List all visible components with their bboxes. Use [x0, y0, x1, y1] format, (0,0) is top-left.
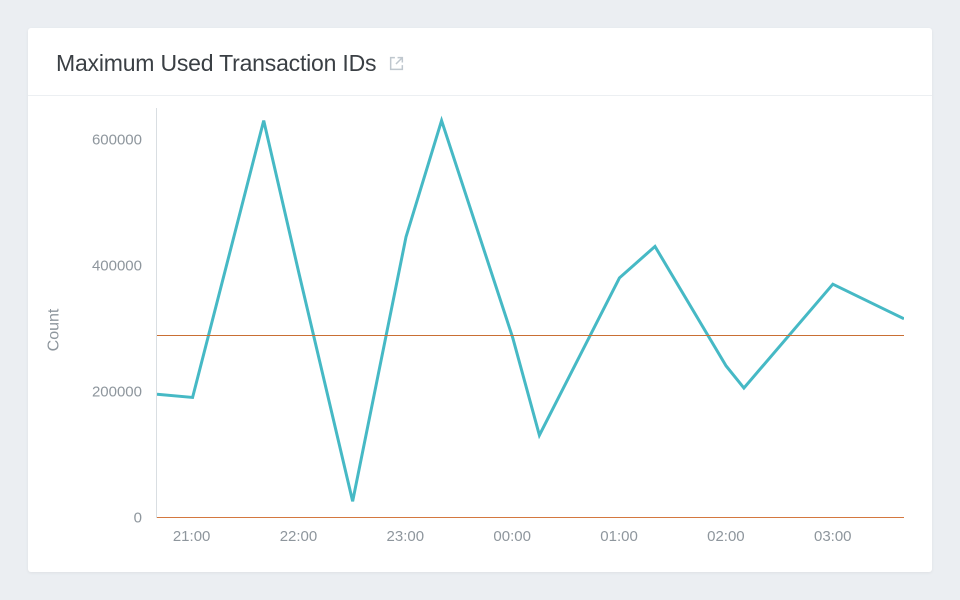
- line-series-svg: [157, 108, 904, 517]
- x-tick-label: 01:00: [600, 528, 638, 545]
- chart: Count 0 200000 400000 600000 21:00 22:00 23:0…: [40, 108, 904, 552]
- series-line: [157, 121, 904, 502]
- card-header: Maximum Used Transaction IDs: [28, 28, 932, 96]
- chart-area: 0 200000 400000 600000 21:00 22:00 23:00 00:00…: [68, 108, 904, 552]
- x-tick-label: 00:00: [493, 528, 531, 545]
- x-tick-label: 03:00: [814, 528, 852, 545]
- plot-area: 0200000400000600000: [68, 108, 904, 518]
- x-tick-label: 22:00: [280, 528, 318, 545]
- x-tick-label: 23:00: [387, 528, 425, 545]
- plot-inner: [156, 108, 904, 518]
- y-tick-label: 600000: [92, 131, 142, 148]
- chart-card: Maximum Used Transaction IDs Count 0 2000…: [28, 28, 932, 572]
- reference-line: [157, 335, 904, 336]
- x-tick-label: 02:00: [707, 528, 745, 545]
- popout-icon[interactable]: [388, 55, 405, 72]
- y-tick-label: 200000: [92, 383, 142, 400]
- x-tick-label: 21:00: [173, 528, 211, 545]
- y-axis-label: Count: [45, 309, 63, 352]
- y-axis-title: Count: [40, 108, 68, 552]
- y-tick-label: 400000: [92, 257, 142, 274]
- card-body: Count 0 200000 400000 600000 21:00 22:00 23:0…: [28, 96, 932, 572]
- y-axis-ticks: 0200000400000600000: [68, 108, 150, 518]
- y-tick-label: 0: [134, 510, 142, 527]
- x-axis-ticks: 21:00 22:00 23:00 00:00 01:00 02:00 03:00: [156, 518, 904, 552]
- card-title: Maximum Used Transaction IDs: [56, 50, 376, 77]
